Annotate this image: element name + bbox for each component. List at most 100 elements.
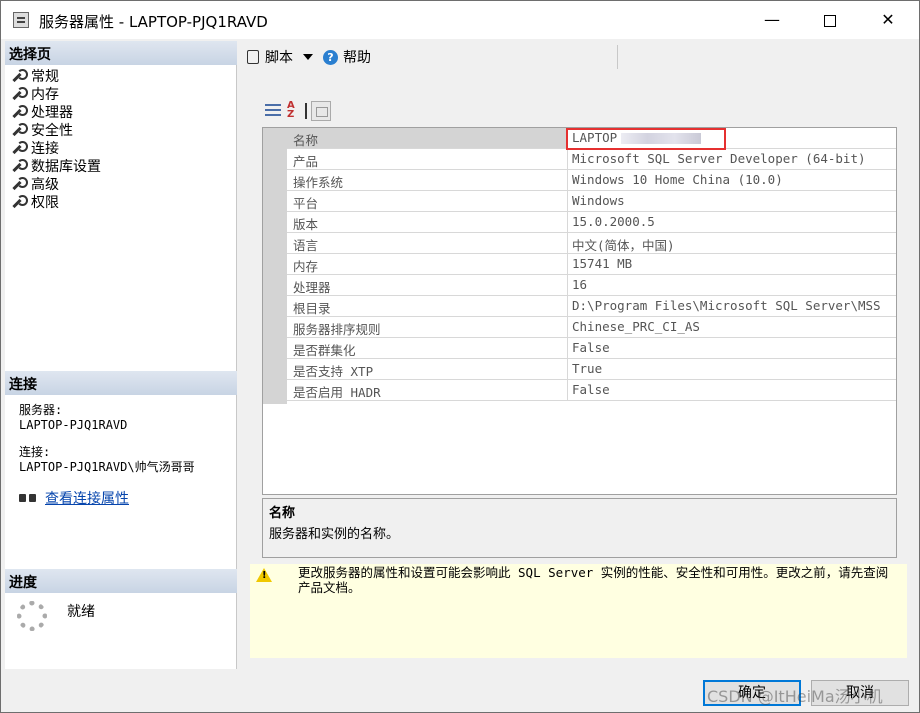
property-name: 是否群集化 bbox=[287, 338, 568, 358]
minimize-button[interactable]: — bbox=[743, 1, 801, 39]
property-row[interactable]: 是否启用 HADR False bbox=[287, 380, 896, 401]
chevron-down-icon[interactable] bbox=[303, 54, 313, 60]
server-value: LAPTOP-PJQ1RAVD bbox=[19, 418, 128, 432]
toolbar-separator bbox=[617, 45, 618, 69]
property-name: 是否启用 HADR bbox=[287, 380, 568, 400]
page-item-label: 内存 bbox=[31, 87, 59, 103]
connection-header: 连接 bbox=[5, 371, 237, 395]
server-label: 服务器: bbox=[19, 403, 63, 417]
property-name: 平台 bbox=[287, 191, 568, 211]
property-row[interactable]: 内存 15741 MB bbox=[287, 254, 896, 275]
property-row[interactable]: 版本 15.0.2000.5 bbox=[287, 212, 896, 233]
property-row[interactable]: 根目录 D:\Program Files\Microsoft SQL Server… bbox=[287, 296, 896, 317]
property-row[interactable]: 是否支持 XTP True bbox=[287, 359, 896, 380]
property-value[interactable]: D:\Program Files\Microsoft SQL Server\MS… bbox=[568, 296, 896, 316]
warning-banner: 更改服务器的属性和设置可能会影响此 SQL Server 实例的性能、安全性和可… bbox=[250, 564, 907, 658]
property-name: 产品 bbox=[287, 149, 568, 169]
page-item[interactable]: 处理器 bbox=[11, 103, 101, 121]
server-properties-dialog: 服务器属性 - LAPTOP-PJQ1RAVD — ✕ 选择页 常规 内存 处理器安… bbox=[0, 0, 920, 713]
property-row[interactable]: 语言 中文(简体，中国) bbox=[287, 233, 896, 254]
property-row[interactable]: 服务器排序规则 Chinese_PRC_CI_AS bbox=[287, 317, 896, 338]
view-connection-properties-link[interactable]: 查看连接属性 bbox=[19, 488, 129, 508]
property-value[interactable]: 中文(简体，中国) bbox=[568, 233, 896, 253]
property-value[interactable]: Microsoft SQL Server Developer (64-bit) bbox=[568, 149, 896, 169]
select-page-header: 选择页 bbox=[5, 41, 237, 65]
connection-label: 连接: bbox=[19, 445, 51, 459]
description-panel: 名称 服务器和实例的名称。 bbox=[262, 498, 897, 558]
property-grid: 名称 LAPTOP 产品 Microsoft SQL Server Developer… bbox=[262, 127, 897, 495]
property-name: 名称 bbox=[287, 128, 568, 148]
help-button[interactable]: ? 帮助 bbox=[323, 47, 371, 67]
property-row[interactable]: 是否群集化 False bbox=[287, 338, 896, 359]
wrench-icon bbox=[11, 123, 28, 137]
page-item[interactable]: 数据库设置 bbox=[11, 157, 101, 175]
close-button[interactable]: ✕ bbox=[859, 1, 917, 39]
description-title: 名称 bbox=[269, 506, 296, 521]
page-item[interactable]: 权限 bbox=[11, 193, 101, 211]
description-text: 服务器和实例的名称。 bbox=[269, 527, 400, 542]
property-value[interactable]: Chinese_PRC_CI_AS bbox=[568, 317, 896, 337]
alphabetical-sort-icon[interactable]: AZ bbox=[287, 101, 307, 121]
connection-plug-icon bbox=[19, 491, 37, 505]
property-value[interactable]: 15.0.2000.5 bbox=[568, 212, 896, 232]
property-value[interactable]: Windows 10 Home China (10.0) bbox=[568, 170, 896, 190]
page-item[interactable]: 常规 bbox=[11, 67, 101, 85]
property-row[interactable]: 平台 Windows bbox=[287, 191, 896, 212]
left-pane: 选择页 常规 内存 处理器 安全性 连接 数据库设置 高级 权限 连接 服务器: LAPTOP… bbox=[5, 41, 237, 669]
property-grid-toolbar: AZ bbox=[263, 101, 331, 123]
property-row[interactable]: 产品 Microsoft SQL Server Developer (64-bit… bbox=[287, 149, 896, 170]
wrench-icon bbox=[11, 69, 28, 83]
property-name: 版本 bbox=[287, 212, 568, 232]
page-item-label: 数据库设置 bbox=[31, 159, 101, 175]
page-item[interactable]: 安全性 bbox=[11, 121, 101, 139]
progress-status: 就绪 bbox=[67, 604, 95, 620]
property-row[interactable]: 操作系统 Windows 10 Home China (10.0) bbox=[287, 170, 896, 191]
page-item-label: 安全性 bbox=[31, 123, 73, 139]
wrench-icon bbox=[11, 177, 28, 191]
grid-gutter bbox=[263, 128, 287, 404]
page-item[interactable]: 连接 bbox=[11, 139, 101, 157]
property-name: 处理器 bbox=[287, 275, 568, 295]
property-value[interactable]: False bbox=[568, 338, 896, 358]
wrench-icon bbox=[11, 105, 28, 119]
window-title: 服务器属性 - LAPTOP-PJQ1RAVD bbox=[39, 13, 268, 31]
property-value[interactable]: 16 bbox=[568, 275, 896, 295]
warning-icon bbox=[256, 568, 272, 582]
server-app-icon bbox=[13, 12, 29, 28]
property-name: 根目录 bbox=[287, 296, 568, 316]
script-icon bbox=[247, 50, 259, 64]
property-value[interactable]: Windows bbox=[568, 191, 896, 211]
view-connection-properties-label[interactable]: 查看连接属性 bbox=[45, 488, 129, 508]
progress-spinner-icon bbox=[17, 601, 51, 635]
wrench-icon bbox=[11, 87, 28, 101]
property-value[interactable]: False bbox=[568, 380, 896, 400]
property-pages-icon[interactable] bbox=[311, 101, 331, 121]
redaction-blur bbox=[621, 133, 701, 144]
watermark: CSDN @ItHeiMa汤小机 bbox=[707, 687, 883, 706]
property-row[interactable]: 处理器 16 bbox=[287, 275, 896, 296]
page-item-label: 处理器 bbox=[31, 105, 73, 121]
property-name: 内存 bbox=[287, 254, 568, 274]
help-label: 帮助 bbox=[343, 50, 371, 66]
categorized-icon[interactable] bbox=[263, 101, 283, 121]
property-name: 操作系统 bbox=[287, 170, 568, 190]
title-bar: 服务器属性 - LAPTOP-PJQ1RAVD — ✕ bbox=[1, 1, 919, 39]
property-value[interactable]: True bbox=[568, 359, 896, 379]
help-icon: ? bbox=[323, 49, 338, 65]
script-button[interactable]: 脚本 bbox=[247, 47, 313, 67]
maximize-button[interactable] bbox=[801, 1, 859, 39]
connection-info: 服务器: LAPTOP-PJQ1RAVD 连接: LAPTOP-PJQ1RAVD… bbox=[19, 403, 195, 475]
property-name: 语言 bbox=[287, 233, 568, 253]
page-item-label: 权限 bbox=[31, 195, 59, 211]
page-item[interactable]: 高级 bbox=[11, 175, 101, 193]
property-name: 是否支持 XTP bbox=[287, 359, 568, 379]
page-item[interactable]: 内存 bbox=[11, 85, 101, 103]
property-value[interactable]: 15741 MB bbox=[568, 254, 896, 274]
main-toolbar: 脚本 ? 帮助 bbox=[239, 41, 919, 73]
maximize-icon bbox=[824, 14, 836, 27]
progress-header: 进度 bbox=[5, 569, 237, 593]
page-list: 常规内存处理器安全性 连接数据库设置 高级权限 bbox=[11, 67, 101, 211]
script-label: 脚本 bbox=[265, 50, 293, 66]
wrench-icon bbox=[11, 159, 28, 173]
wrench-icon bbox=[11, 195, 28, 209]
